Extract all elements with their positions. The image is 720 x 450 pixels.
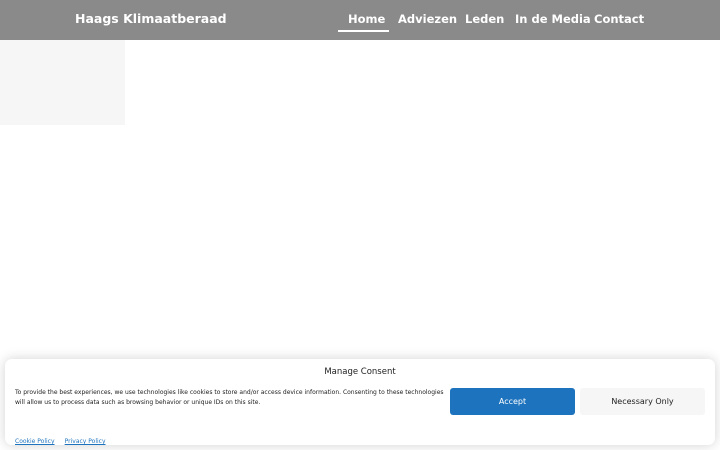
consent-title: Manage Consent [324,367,396,377]
cookie-consent-banner: Manage Consent To provide the best exper… [5,359,715,445]
consent-links: Cookie Policy Privacy Policy [15,428,111,447]
nav-item-contact[interactable]: Contact [594,12,644,26]
active-nav-indicator [338,30,389,32]
hero-image-placeholder [0,40,125,125]
main-nav: Home Adviezen Leden In de Media Contact [0,0,720,40]
site-header: Haags Klimaatberaad Home Adviezen Leden … [0,0,720,40]
privacy-policy-link[interactable]: Privacy Policy [65,438,106,445]
nav-item-leden[interactable]: Leden [465,12,504,26]
necessary-only-button[interactable]: Necessary Only [580,388,705,415]
nav-item-adviezen[interactable]: Adviezen [398,12,457,26]
nav-item-home[interactable]: Home [348,12,385,26]
accept-button[interactable]: Accept [450,388,575,415]
nav-item-in-de-media[interactable]: In de Media [515,12,591,26]
cookie-policy-link[interactable]: Cookie Policy [15,438,55,445]
consent-message: To provide the best experiences, we use … [15,389,444,406]
